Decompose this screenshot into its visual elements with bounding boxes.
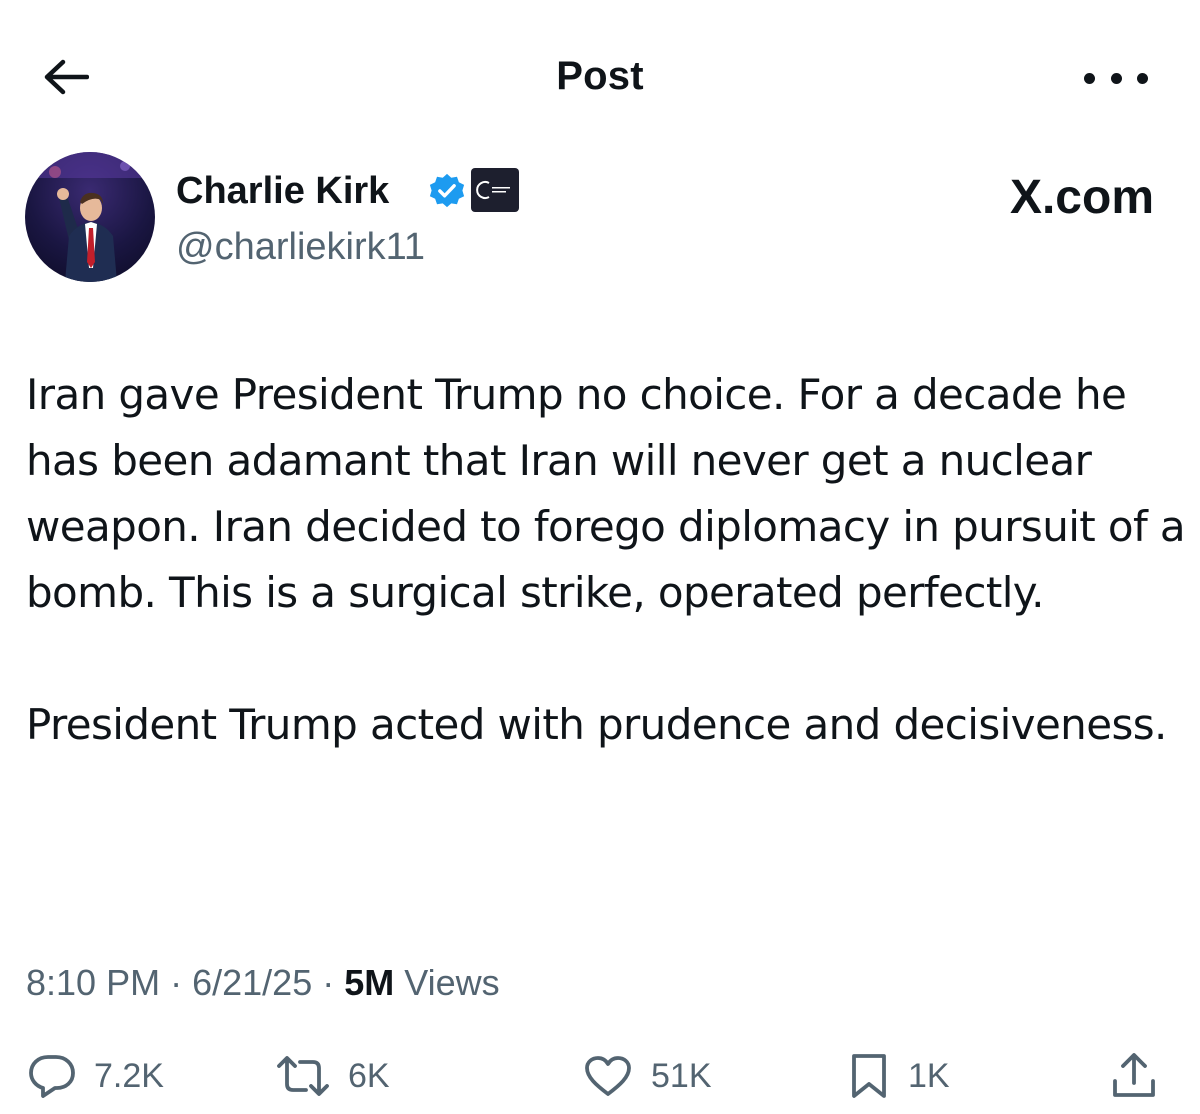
post-time[interactable]: 8:10 PM	[26, 962, 160, 1003]
like-count: 51K	[651, 1056, 712, 1095]
bookmark-icon	[852, 1054, 886, 1098]
post-paragraph: President Trump acted with prudence and …	[26, 700, 1167, 749]
post-paragraph: Iran gave President Trump no choice. For…	[26, 370, 1186, 617]
site-watermark: X.com	[1009, 171, 1154, 224]
more-options-button[interactable]	[1084, 60, 1148, 96]
author-name[interactable]: Charlie Kirk	[176, 166, 389, 216]
reply-icon	[29, 1055, 75, 1098]
share-icon	[1113, 1053, 1155, 1097]
reply-count: 7.2K	[94, 1056, 164, 1095]
post-meta: 8:10 PM · 6/21/25 · 5M Views	[26, 958, 500, 1008]
page-title: Post	[556, 54, 644, 98]
repost-icon	[277, 1056, 329, 1096]
like-button[interactable]: 51K	[583, 1046, 712, 1106]
bookmark-count: 1K	[908, 1056, 950, 1095]
repost-count: 6K	[348, 1056, 390, 1095]
views-count[interactable]: 5M	[344, 962, 394, 1003]
verified-badge-icon	[429, 173, 465, 208]
share-button[interactable]	[1110, 1046, 1158, 1106]
org-affiliation-badge-icon[interactable]	[471, 168, 519, 212]
reply-button[interactable]: 7.2K	[28, 1046, 164, 1106]
avatar[interactable]	[25, 152, 155, 282]
more-horizontal-icon	[1084, 72, 1095, 84]
author-handle[interactable]: @charliekirk11	[176, 222, 425, 272]
bookmark-button[interactable]: 1K	[848, 1046, 950, 1106]
repost-button[interactable]: 6K	[276, 1046, 390, 1106]
post-text: Iran gave President Trump no choice. For…	[26, 362, 1186, 758]
meta-separator: ·	[322, 962, 335, 1003]
views-label[interactable]: Views	[404, 962, 499, 1003]
heart-icon	[585, 1056, 631, 1096]
meta-separator: ·	[170, 962, 183, 1003]
avatar-photo	[25, 152, 155, 282]
post-date[interactable]: 6/21/25	[192, 962, 312, 1003]
turning-point-usa-badge	[476, 181, 510, 199]
